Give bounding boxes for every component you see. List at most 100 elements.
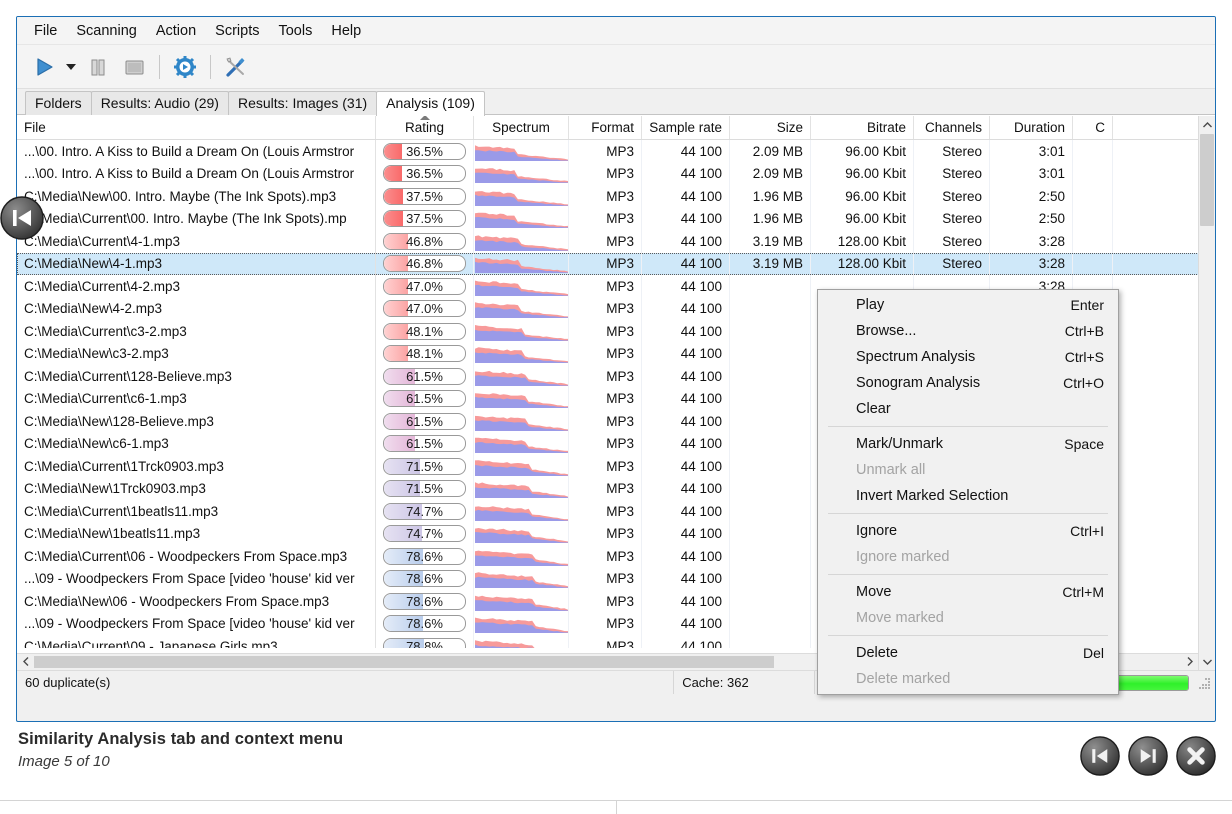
column-header-size[interactable]: Size [730,116,811,139]
cell-format: MP3 [569,432,642,455]
cell-rating: 78.6% [376,590,474,613]
close-icon [1176,736,1216,776]
play-dropdown-button[interactable] [63,50,79,84]
next-image-button[interactable] [1128,736,1168,776]
cell-size [730,410,811,433]
menu-item-scanning[interactable]: Scanning [67,20,145,42]
column-header-duration[interactable]: Duration [990,116,1073,139]
menu-item-scripts[interactable]: Scripts [206,20,268,42]
resize-grip-icon[interactable] [1197,676,1211,690]
column-header-file[interactable]: File [17,116,376,139]
column-header-sample-rate[interactable]: Sample rate [642,116,730,139]
tab-results-images-31[interactable]: Results: Images (31) [227,91,378,115]
column-header-c[interactable]: C [1073,116,1113,139]
context-menu-item-spectrum-analysis[interactable]: Spectrum Analysis Ctrl+S [818,344,1118,370]
table-row[interactable]: C:\Media\New\00. Intro. Maybe (The Ink S… [17,185,1215,208]
scroll-left-button[interactable] [17,656,34,668]
cell-size [730,320,811,343]
cell-sample-rate: 44 100 [642,162,730,185]
vertical-scroll-thumb[interactable] [1200,134,1214,226]
context-menu-item-sonogram-analysis[interactable]: Sonogram Analysis Ctrl+O [818,370,1118,396]
column-header-channels[interactable]: Channels [914,116,990,139]
cell-rating: 37.5% [376,207,474,230]
cell-spectrum [474,320,569,343]
cell-size [730,635,811,648]
rating-pill-fill [384,166,403,182]
settings-run-icon [174,55,196,78]
column-header-spectrum[interactable]: Spectrum [474,116,569,139]
context-menu-item-move[interactable]: Move Ctrl+M [818,579,1118,605]
cell-file: ...\00. Intro. A Kiss to Build a Dream O… [17,162,376,185]
spectrum-graph-icon [474,144,568,161]
rating-value-label: 36.5% [406,166,443,182]
chevron-down-icon [1202,659,1212,665]
spectrum-graph-icon [474,347,568,364]
table-row[interactable]: C:\Media\Current\00. Intro. Maybe (The I… [17,207,1215,230]
column-header-label: Spectrum [492,120,550,135]
overlay-previous-icon [0,196,44,240]
context-menu-item-play[interactable]: Play Enter [818,292,1118,318]
menu-item-help[interactable]: Help [322,20,370,42]
vertical-scrollbar[interactable] [1198,116,1215,670]
cell-size: 3.19 MB [730,230,811,253]
menu-item-tools[interactable]: Tools [269,20,321,42]
context-menu-item-delete[interactable]: Delete Del [818,640,1118,666]
horizontal-scroll-thumb[interactable] [34,656,774,668]
cell-format: MP3 [569,320,642,343]
context-menu-item-shortcut: Del [1082,645,1104,661]
table-row[interactable]: ...\00. Intro. A Kiss to Build a Dream O… [17,140,1215,163]
tab-folders[interactable]: Folders [25,91,92,115]
tab-strip: Folders Results: Audio (29) Results: Image… [17,89,1215,116]
tab-results-audio-29[interactable]: Results: Audio (29) [90,91,229,115]
rating-pill: 46.8% [383,232,466,250]
cell-size [730,342,811,365]
cell-spectrum [474,545,569,568]
spectrum-graph-icon [474,415,568,431]
rating-value-label: 48.1% [406,346,443,362]
cell-rating: 78.6% [376,545,474,568]
context-menu-item-label: Spectrum Analysis [856,349,976,365]
table-row[interactable]: ...\00. Intro. A Kiss to Build a Dream O… [17,162,1215,185]
cell-file: C:\Media\Current\4-1.mp3 [17,230,376,253]
cell-file: C:\Media\New\c6-1.mp3 [17,432,376,455]
pause-button[interactable] [81,50,115,84]
tools-button[interactable] [219,50,253,84]
table-row[interactable]: C:\Media\New\4-1.mp3 46.8% MP3 44 100 3.19 M… [17,252,1215,275]
cell-duration: 3:01 [990,162,1073,185]
menu-item-file[interactable]: File [25,20,66,42]
cell-duration: 3:28 [990,252,1073,275]
scroll-up-button[interactable] [1199,116,1215,133]
stop-button[interactable] [117,50,151,84]
cell-sample-rate: 44 100 [642,275,730,298]
settings-run-button[interactable] [168,50,202,84]
context-menu-item-clear[interactable]: Clear [818,396,1118,422]
context-menu-item-ignore[interactable]: Ignore Ctrl+I [818,518,1118,544]
menu-item-action[interactable]: Action [147,20,205,42]
cell-spectrum [474,230,569,253]
previous-image-button[interactable] [1080,736,1120,776]
play-button[interactable] [27,50,61,84]
rating-pill-fill [384,256,408,272]
cell-sample-rate: 44 100 [642,567,730,590]
column-header-format[interactable]: Format [569,116,642,139]
spectrum-graph-icon [474,370,568,386]
chevron-down-icon [66,63,76,70]
column-header-rating[interactable]: Rating [376,116,474,139]
context-menu-item-label: Mark/Unmark [856,436,944,452]
context-menu-item-invert-marked-selection[interactable]: Invert Marked Selection [818,483,1118,509]
column-header-bitrate[interactable]: Bitrate [811,116,914,139]
cell-sample-rate: 44 100 [642,387,730,410]
cell-rating: 48.1% [376,320,474,343]
cell-file: C:\Media\Current\1beatls11.mp3 [17,500,376,523]
scroll-down-button[interactable] [1199,653,1215,670]
context-menu-item-mark-unmark[interactable]: Mark/Unmark Space [818,431,1118,457]
table-row[interactable]: C:\Media\Current\4-1.mp3 46.8% MP3 44 100 3.… [17,230,1215,253]
cell-size [730,297,811,320]
tab-analysis-109[interactable]: Analysis (109) [376,91,485,116]
cell-size: 3.19 MB [730,252,811,275]
scroll-right-button[interactable] [1181,656,1198,668]
rating-pill: 48.1% [383,345,466,363]
overlay-previous-button[interactable] [0,196,44,240]
context-menu-item-browse[interactable]: Browse... Ctrl+B [818,318,1118,344]
close-button[interactable] [1176,736,1216,776]
